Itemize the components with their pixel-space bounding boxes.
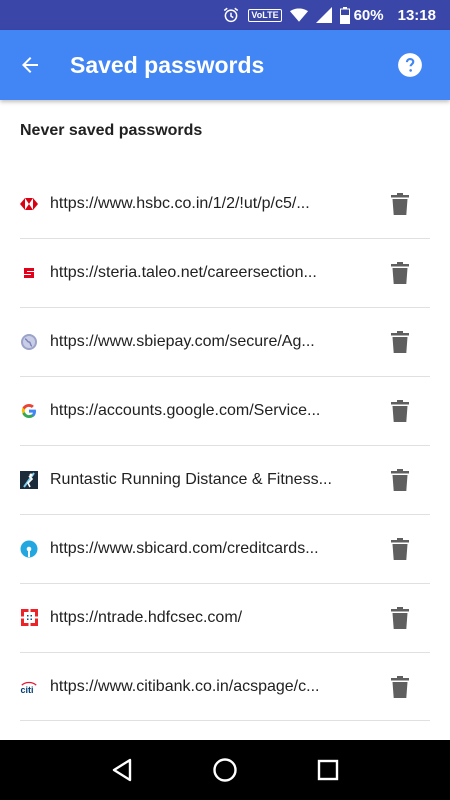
citi-favicon: citi: [20, 678, 38, 696]
help-button[interactable]: [380, 30, 440, 100]
section-title: Never saved passwords: [20, 122, 203, 139]
sbi-favicon: [20, 540, 38, 558]
google-favicon: [20, 402, 38, 420]
globe-favicon: [20, 333, 38, 351]
alarm-icon: [222, 6, 240, 24]
volte-badge: VoLTE: [248, 8, 282, 22]
back-button[interactable]: [0, 30, 60, 100]
square-recents-icon: [318, 759, 339, 781]
app-bar: Saved passwords: [0, 30, 450, 100]
list-item[interactable]: citi https://www.citibank.co.in/acspage/…: [0, 652, 450, 721]
list-item-text: https://www.citibank.co.in/acspage/c...: [50, 677, 320, 695]
list-item-text: https://www.sbiepay.com/secure/Ag...: [50, 332, 315, 350]
list-item[interactable]: https://www.sbiepay.com/secure/Ag...: [0, 307, 450, 376]
battery-icon: [339, 6, 350, 24]
trash-icon[interactable]: [386, 535, 414, 563]
hdfc-favicon: [20, 609, 38, 627]
wifi-icon: [289, 7, 308, 23]
list-item[interactable]: https://www.sbicard.com/creditcards...: [0, 514, 450, 583]
list-item[interactable]: https://ntrade.hdfcsec.com/: [0, 583, 450, 652]
trash-icon[interactable]: [386, 190, 414, 218]
nav-recents-button[interactable]: [308, 750, 348, 790]
status-bar: VoLTE 60% 13:18: [0, 0, 450, 30]
trash-icon[interactable]: [386, 397, 414, 425]
list-item[interactable]: Runtastic Running Distance & Fitness...: [0, 445, 450, 514]
list-item-text: https://ntrade.hdfcsec.com/: [50, 608, 243, 626]
list-item-text: https://accounts.google.com/Service...: [50, 401, 321, 419]
system-nav-bar: [0, 740, 450, 800]
nav-back-button[interactable]: [102, 750, 142, 790]
list-item[interactable]: https://accounts.google.com/Service...: [0, 376, 450, 445]
trash-icon[interactable]: [386, 466, 414, 494]
signal-icon: [315, 7, 332, 23]
list-item-text: https://steria.taleo.net/careersection..…: [50, 263, 317, 281]
trash-icon[interactable]: [386, 604, 414, 632]
help-icon: [398, 53, 422, 77]
divider: [20, 720, 430, 721]
list-item-text: Runtastic Running Distance & Fitness...: [50, 470, 332, 488]
nav-home-button[interactable]: [205, 750, 245, 790]
trash-icon[interactable]: [386, 328, 414, 356]
trash-icon[interactable]: [386, 673, 414, 701]
list-item-text: https://www.hsbc.co.in/1/2/!ut/p/c5/...: [50, 194, 310, 212]
triangle-back-icon: [112, 758, 131, 782]
circle-home-icon: [213, 758, 237, 782]
list-item-text: https://www.sbicard.com/creditcards...: [50, 539, 319, 557]
arrow-back-icon: [22, 57, 38, 73]
steria-favicon: [20, 264, 38, 282]
clock: 13:18: [397, 6, 436, 24]
runtastic-favicon: [20, 470, 38, 489]
list-item[interactable]: https://www.hsbc.co.in/1/2/!ut/p/c5/...: [0, 169, 450, 238]
page-title: Saved passwords: [70, 51, 265, 78]
svg-text:citi: citi: [20, 684, 33, 693]
list-item[interactable]: https://steria.taleo.net/careersection..…: [0, 238, 450, 307]
trash-icon[interactable]: [386, 259, 414, 287]
battery-level: 60%: [353, 6, 384, 24]
hsbc-favicon: [20, 195, 38, 213]
